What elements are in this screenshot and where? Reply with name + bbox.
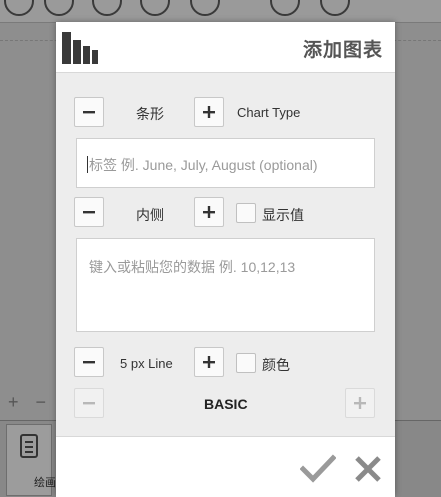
chart-logo-icon — [62, 32, 98, 64]
minus-icon — [83, 111, 95, 114]
background-tool-icon — [140, 0, 170, 16]
dialog-header: 添加图表 — [56, 22, 395, 73]
show-values-checkbox[interactable] — [236, 203, 256, 223]
minus-icon — [83, 361, 95, 364]
background-tool-icon — [92, 0, 122, 16]
label-position-value: 内侧 — [136, 207, 164, 223]
chart-type-prev-button[interactable] — [74, 97, 104, 127]
close-icon[interactable] — [352, 453, 384, 485]
plus-icon — [203, 206, 215, 218]
show-values-label: 显示值 — [262, 207, 304, 223]
label-position-next-button[interactable] — [194, 197, 224, 227]
plus-icon — [203, 356, 215, 368]
add-chart-dialog: 添加图表 条形 Chart Type 标签 例. June, July, Aug… — [56, 22, 395, 497]
line-width-decrease-button[interactable] — [74, 347, 104, 377]
theme-value: BASIC — [204, 396, 248, 412]
dialog-title: 添加图表 — [302, 40, 383, 61]
chart-type-label: Chart Type — [237, 105, 301, 120]
background-tool-icon — [44, 0, 74, 16]
plus-icon — [203, 106, 215, 118]
background-toolbar — [0, 0, 441, 23]
dialog-footer — [56, 436, 395, 497]
color-checkbox[interactable] — [236, 353, 256, 373]
minus-icon — [83, 402, 95, 405]
chart-type-value: 条形 — [136, 106, 164, 122]
chart-type-next-button[interactable] — [194, 97, 224, 127]
data-textarea-placeholder: 键入或粘贴您的数据 例. 10,12,13 — [89, 259, 296, 275]
background-card-label: 绘画 — [34, 477, 56, 489]
background-tool-icon — [4, 0, 34, 16]
minus-icon — [83, 211, 95, 214]
theme-next-button[interactable] — [345, 388, 375, 418]
background-tool-icon — [190, 0, 220, 16]
background-tool-icon — [320, 0, 350, 16]
theme-prev-button[interactable] — [74, 388, 104, 418]
line-width-increase-button[interactable] — [194, 347, 224, 377]
document-icon — [20, 434, 38, 458]
confirm-check-icon[interactable] — [300, 453, 336, 485]
background-tool-icon — [270, 0, 300, 16]
labels-input-placeholder: 标签 例. June, July, August (optional) — [89, 157, 318, 173]
background-zoom-controls: + − — [8, 392, 53, 412]
labels-input[interactable]: 标签 例. June, July, August (optional) — [76, 138, 375, 188]
plus-icon — [354, 397, 366, 409]
data-textarea[interactable]: 键入或粘贴您的数据 例. 10,12,13 — [76, 238, 375, 332]
color-label: 颜色 — [262, 357, 290, 373]
line-width-value: 5 px Line — [120, 356, 173, 371]
label-position-prev-button[interactable] — [74, 197, 104, 227]
text-caret — [87, 156, 88, 173]
